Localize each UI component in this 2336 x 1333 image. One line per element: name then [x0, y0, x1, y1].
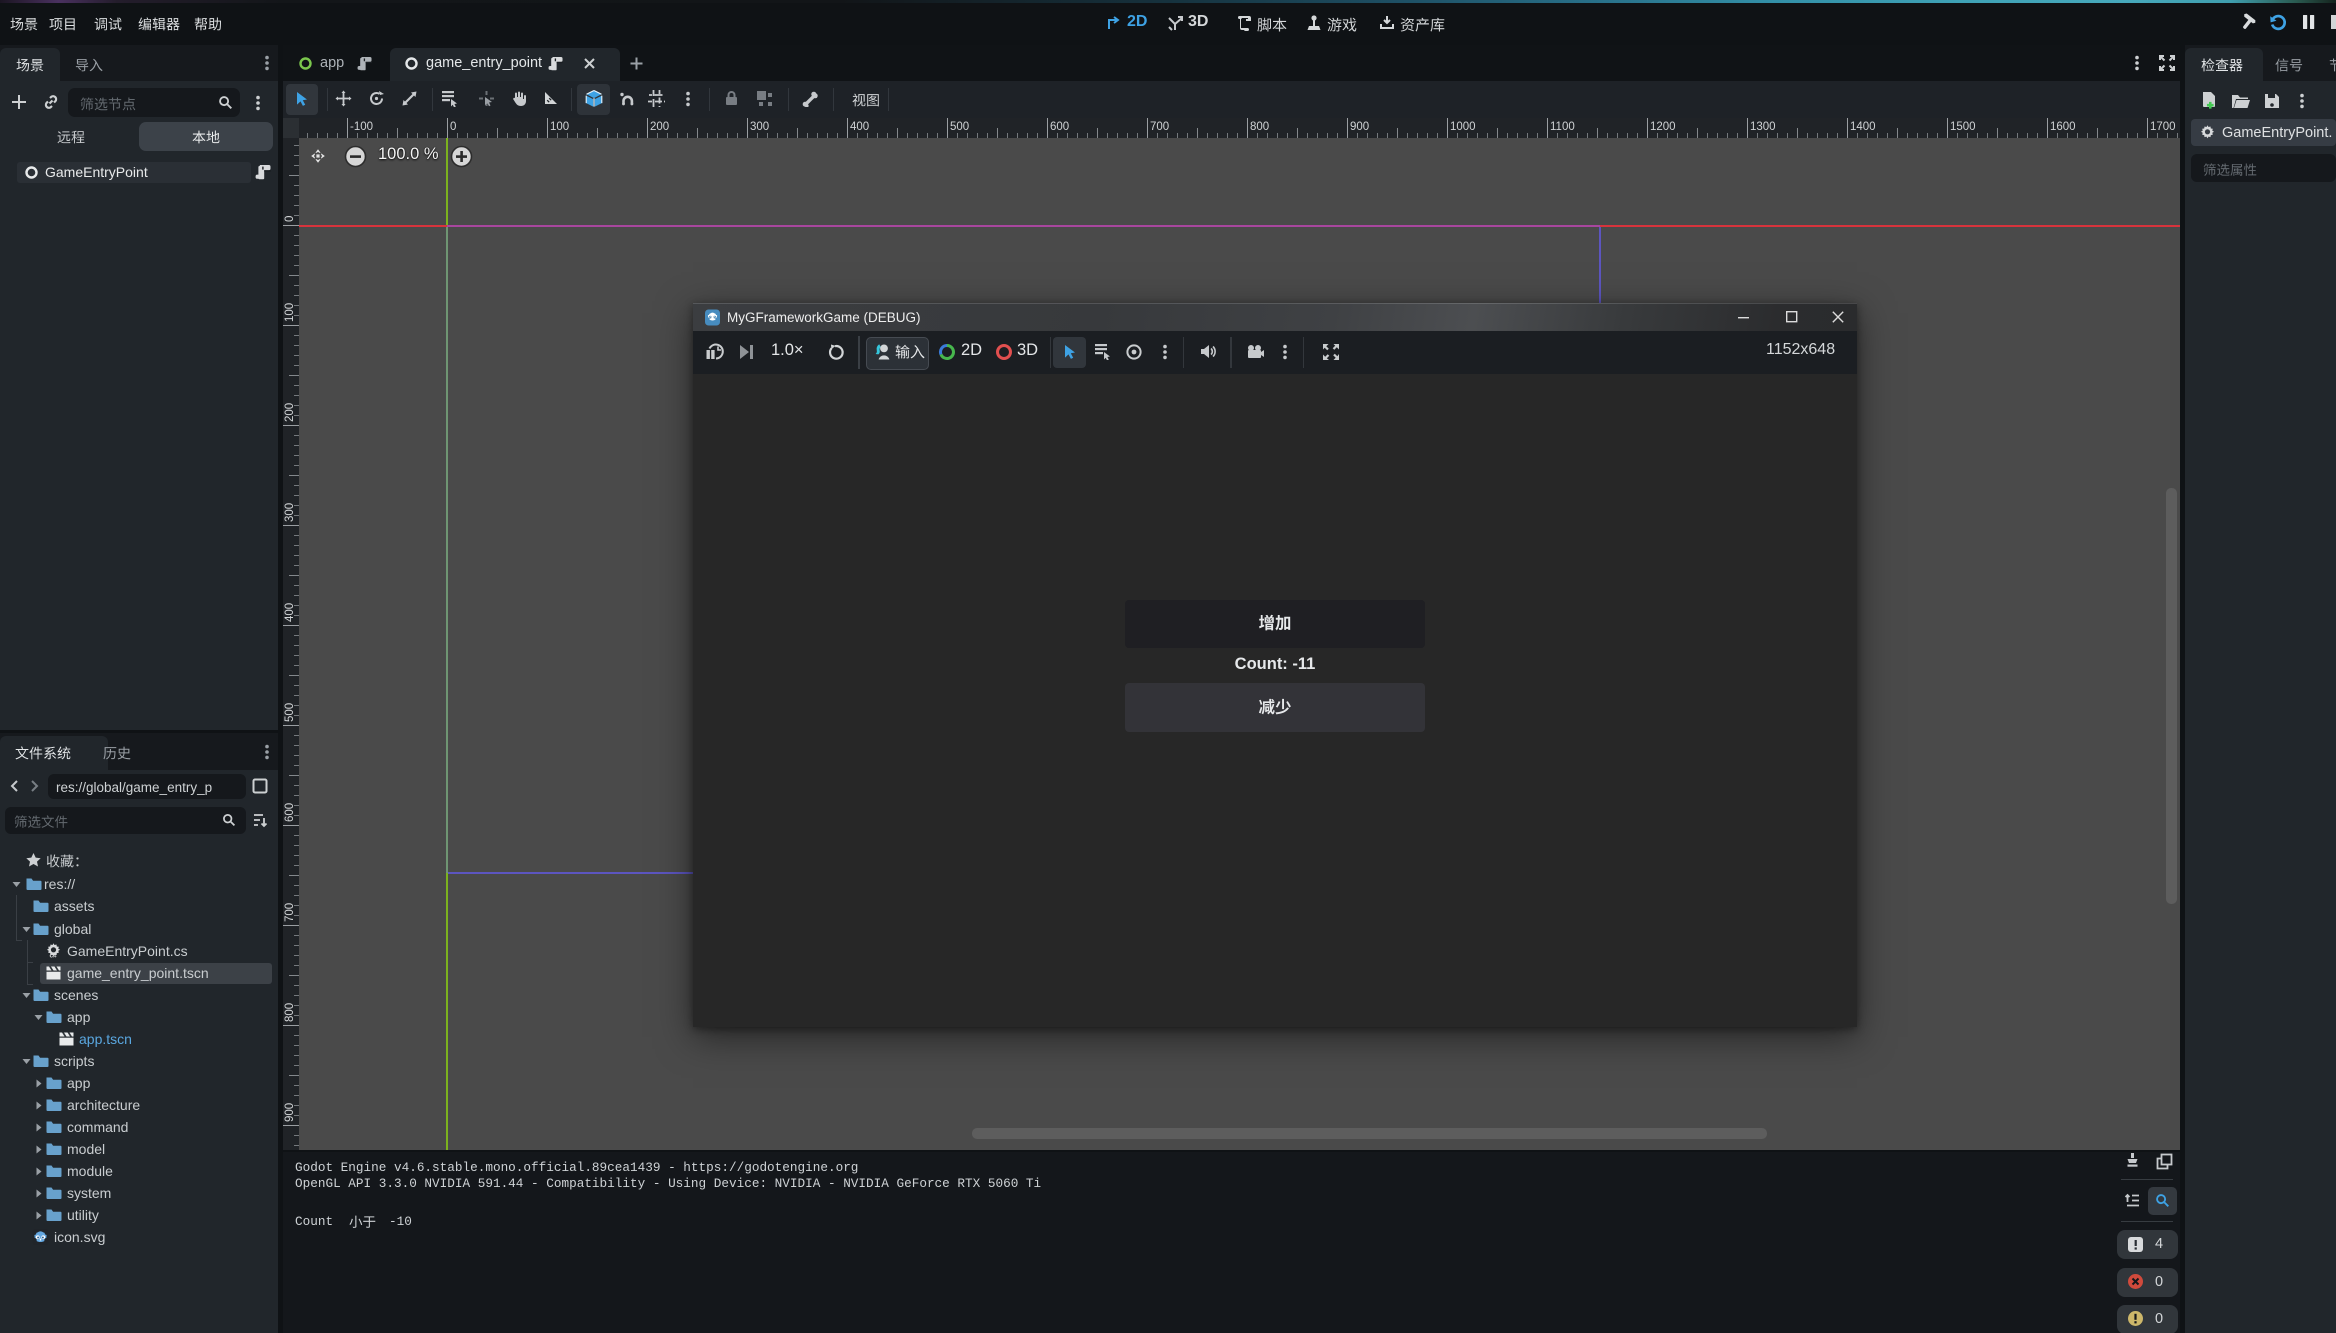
svg-text:300: 300 [284, 503, 296, 522]
svg-text:0: 0 [284, 216, 296, 222]
svg-text:600: 600 [284, 803, 296, 822]
svg-text:200: 200 [284, 403, 296, 422]
svg-text:900: 900 [284, 1103, 296, 1122]
svg-text:400: 400 [284, 603, 296, 622]
svg-text:100: 100 [284, 303, 296, 322]
svg-text:800: 800 [284, 1003, 296, 1022]
svg-text:500: 500 [284, 703, 296, 722]
svg-text:700: 700 [284, 903, 296, 922]
